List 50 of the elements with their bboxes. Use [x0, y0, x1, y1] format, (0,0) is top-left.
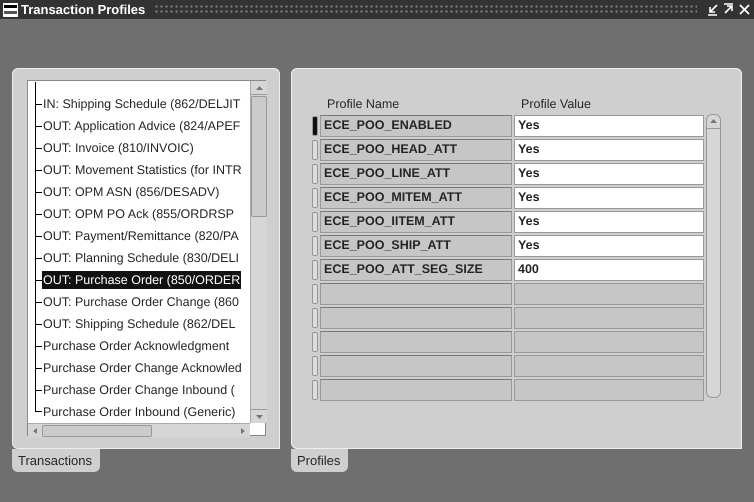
tree-item[interactable]: OUT: Planning Schedule (830/DELI: [42, 248, 240, 268]
profile-value-field[interactable]: [514, 378, 704, 401]
column-header: Profile Value: [520, 96, 592, 113]
tree-item[interactable]: OUT: OPM PO Ack (855/ORDRSP: [42, 204, 236, 224]
tree-item[interactable]: IN: Shipping Schedule (862/DELJIT: [42, 94, 242, 114]
tree-item[interactable]: Purchase Order Change Inbound (: [42, 380, 236, 400]
profile-value-field[interactable]: [514, 354, 704, 377]
scroll-up-icon[interactable]: [256, 86, 262, 90]
profile-value-field[interactable]: [514, 282, 704, 305]
app-logo-icon: [3, 2, 18, 16]
maximize-icon[interactable]: [722, 3, 735, 16]
tree-item[interactable]: OUT: Invoice (810/INVOIC): [42, 138, 195, 158]
transactions-tab[interactable]: Transactions: [12, 449, 100, 472]
profile-value-field[interactable]: Yes: [514, 162, 704, 185]
profile-name-cell: ECE_POO_IITEM_ATT: [320, 210, 512, 233]
profile-value-field[interactable]: [514, 330, 704, 353]
profile-value-field[interactable]: Yes: [514, 210, 704, 233]
tree-item[interactable]: OUT: Purchase Order Change (860: [42, 292, 240, 312]
vertical-scrollbar[interactable]: [706, 114, 721, 398]
profile-value-field[interactable]: Yes: [514, 234, 704, 257]
profile-name-cell: ECE_POO_SHIP_ATT: [320, 234, 512, 257]
tree-item[interactable]: OUT: Payment/Remittance (820/PA: [42, 226, 240, 246]
profiles-tab[interactable]: Profiles: [291, 449, 348, 472]
profile-name-cell: ECE_POO_ENABLED: [320, 114, 512, 137]
close-icon[interactable]: [738, 3, 751, 16]
scroll-up-icon[interactable]: [710, 119, 717, 124]
profile-value-field[interactable]: Yes: [514, 186, 704, 209]
profile-name-cell: ECE_POO_MITEM_ATT: [320, 186, 512, 209]
minimize-icon[interactable]: [706, 3, 719, 16]
scroll-down-icon[interactable]: [256, 414, 262, 418]
profile-value-field[interactable]: Yes: [514, 138, 704, 161]
horizontal-scrollbar[interactable]: [28, 423, 250, 437]
profile-name-cell: ECE_POO_ATT_SEG_SIZE: [320, 258, 512, 281]
tree-item[interactable]: Purchase Order Change Acknowled: [42, 358, 243, 378]
tree-item[interactable]: OUT: OPM ASN (856/DESADV): [42, 182, 220, 202]
vertical-scrollbar[interactable]: [250, 81, 267, 423]
tree-item[interactable]: OUT: Application Advice (824/APEF: [42, 116, 242, 136]
tree-item[interactable]: Purchase Order Inbound (Generic): [42, 402, 236, 422]
tree-item[interactable]: OUT: Shipping Schedule (862/DEL: [42, 314, 236, 334]
tree-item[interactable]: Purchase Order Acknowledgment: [42, 336, 230, 356]
window-title: Transaction Profiles: [21, 0, 146, 19]
tree-item[interactable]: OUT: Movement Statistics (for INTR: [42, 160, 243, 180]
profile-value-field[interactable]: [514, 306, 704, 329]
tree-item[interactable]: OUT: Purchase Order (850/ORDER: [42, 270, 242, 290]
profile-value-field[interactable]: 400: [514, 258, 704, 281]
column-header: Profile Name: [326, 96, 400, 113]
profile-name-cell: ECE_POO_LINE_ATT: [320, 162, 512, 185]
row-indicator[interactable]: [312, 116, 318, 136]
profile-name-cell: ECE_POO_HEAD_ATT: [320, 138, 512, 161]
profile-value-field[interactable]: Yes: [514, 114, 704, 137]
